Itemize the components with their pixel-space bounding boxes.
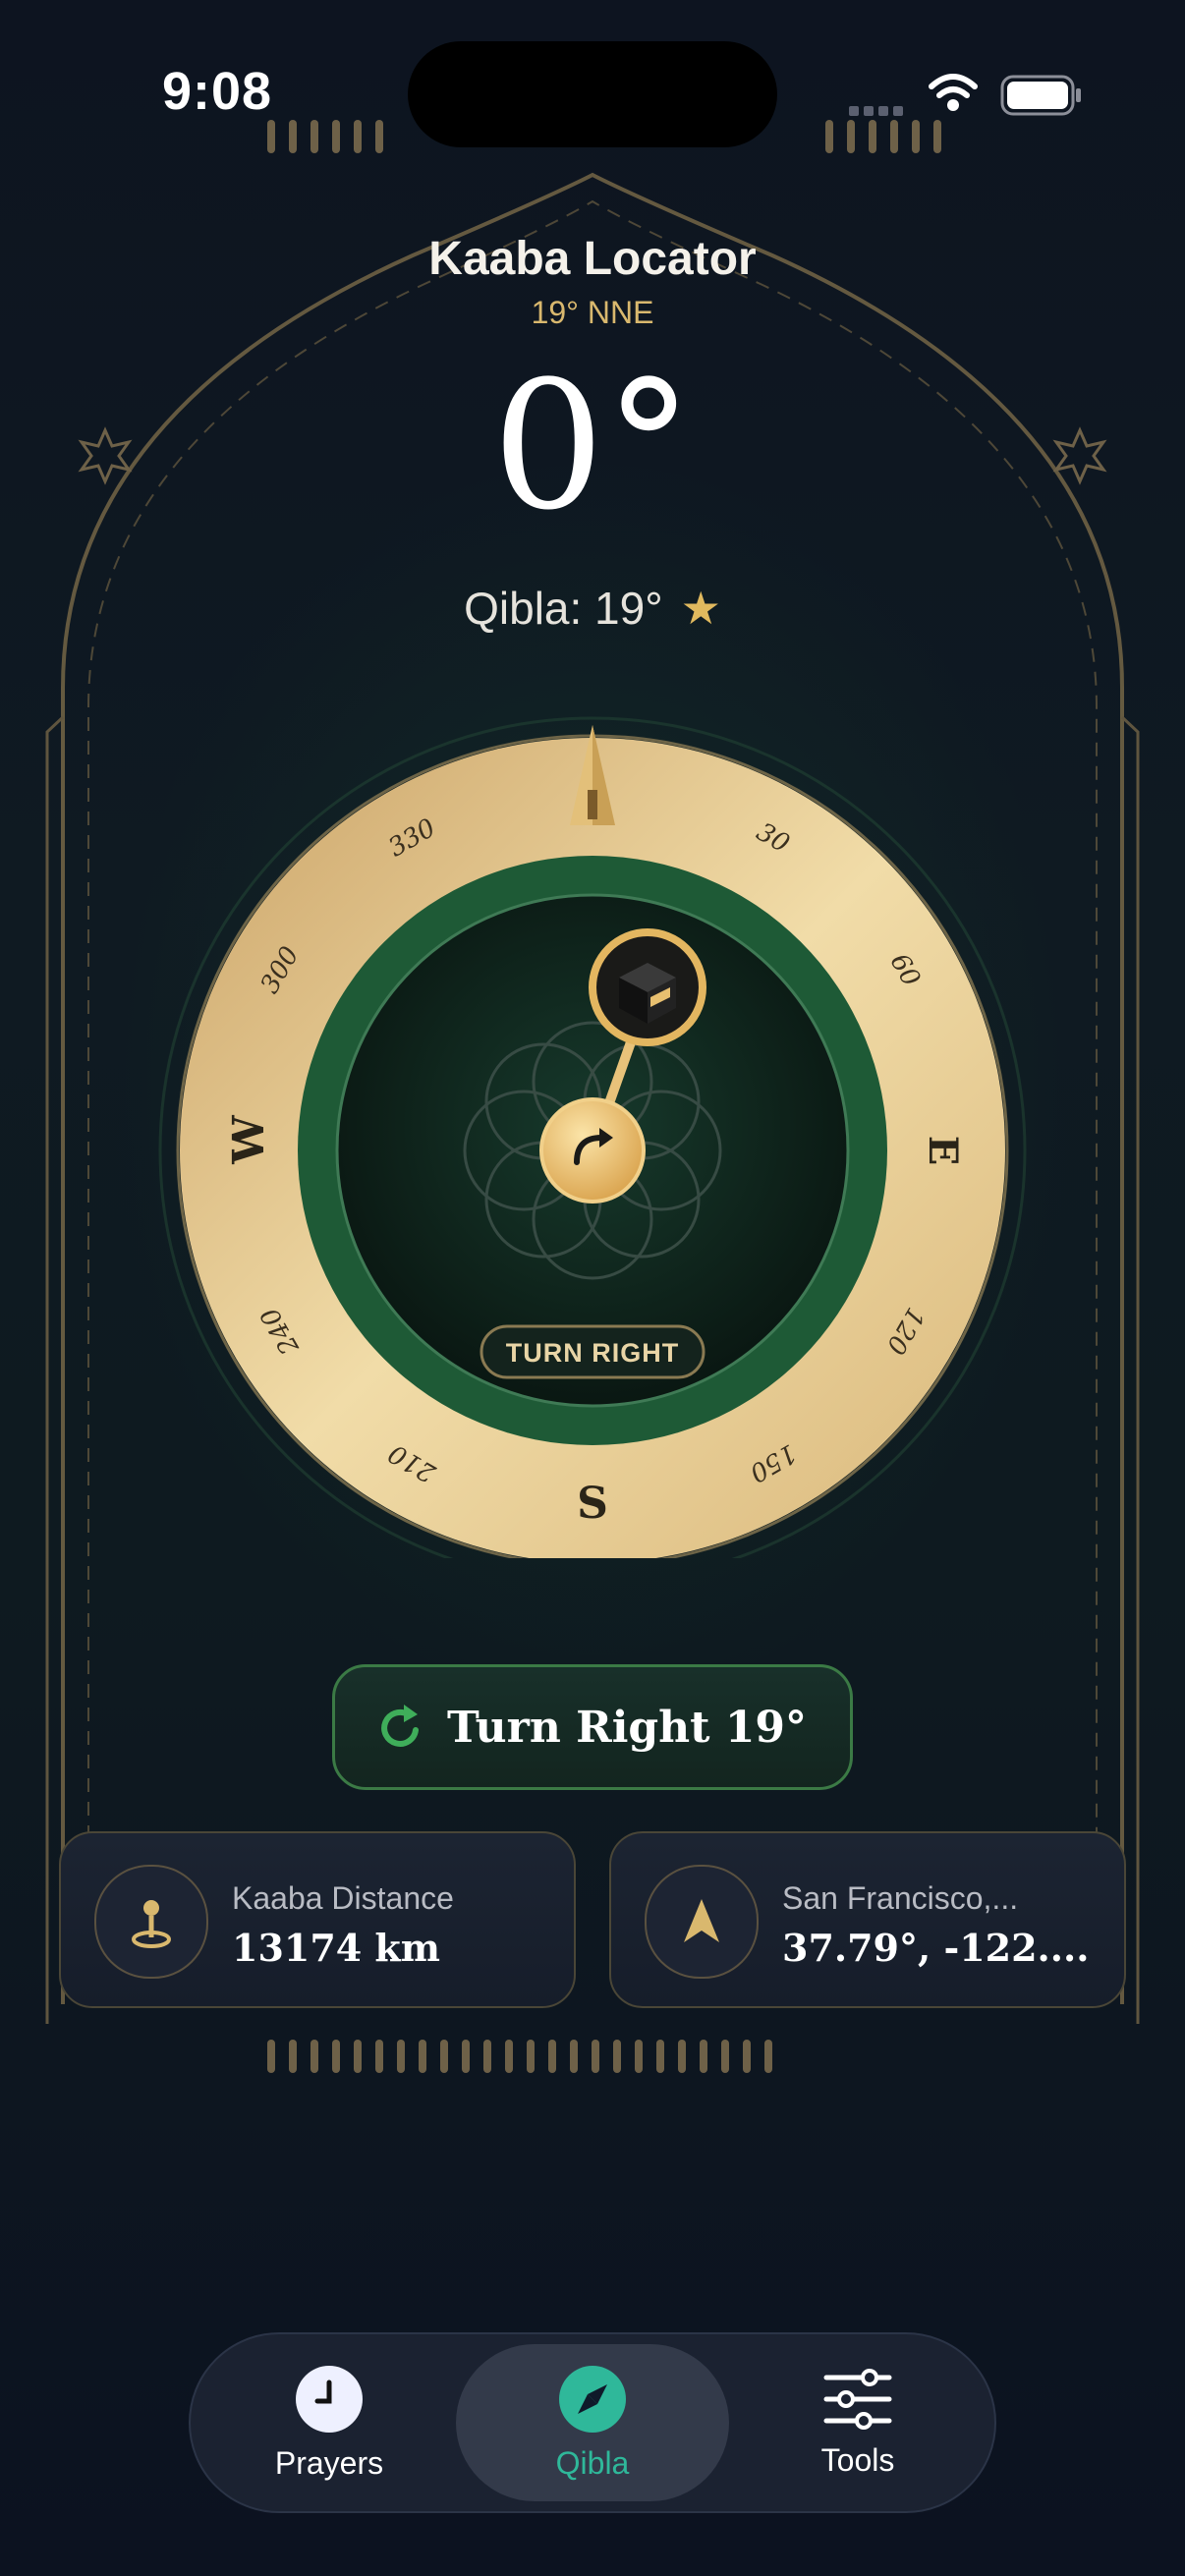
tab-prayers[interactable]: Prayers xyxy=(193,2344,466,2501)
qibla-direction-subtitle: 19° NNE xyxy=(531,295,654,330)
tab-qibla[interactable]: Qibla xyxy=(456,2344,729,2501)
map-pin-icon xyxy=(94,1865,208,1979)
page-title: Kaaba Locator xyxy=(428,233,757,285)
turn-right-arrow-icon xyxy=(539,1097,646,1204)
dynamic-island xyxy=(408,41,777,147)
turn-right-button-label: Turn Right 19° xyxy=(446,1702,808,1753)
turn-right-pill-label: TURN RIGHT xyxy=(506,1338,679,1368)
sliders-icon xyxy=(823,2368,892,2430)
bottom-tick-ornament xyxy=(267,2040,772,2073)
tab-tools[interactable]: Tools xyxy=(721,2344,994,2501)
tab-bar: Prayers Qibla Tools xyxy=(189,2332,996,2513)
tab-qibla-label: Qibla xyxy=(555,2444,630,2481)
kaaba-icon xyxy=(589,928,706,1046)
star-icon: ★ xyxy=(680,583,721,634)
clock-icon xyxy=(296,2365,363,2433)
refresh-icon xyxy=(381,1705,419,1747)
navigation-arrow-icon xyxy=(645,1865,759,1979)
tab-tools-label: Tools xyxy=(820,2441,895,2478)
kaaba-distance-card: Kaaba Distance 13174 km xyxy=(59,1831,576,2008)
compass-icon xyxy=(559,2365,626,2433)
compass-dial[interactable]: W E S 3060120150210240300330 TURN RIGHT xyxy=(157,688,1028,1558)
tab-prayers-label: Prayers xyxy=(274,2444,384,2481)
battery-icon xyxy=(1000,75,1081,116)
wifi-icon xyxy=(929,74,978,111)
cardinal-south: S xyxy=(577,1479,608,1529)
cardinal-west: W xyxy=(224,1115,274,1165)
status-time: 9:08 xyxy=(162,62,273,121)
distance-label: Kaaba Distance xyxy=(232,1880,454,1916)
cellular-signal-icon xyxy=(849,106,903,116)
distance-value: 13174 km xyxy=(232,1926,440,1970)
cardinal-east: E xyxy=(920,1136,966,1166)
location-card[interactable]: San Francisco,... 37.79°, -122.... xyxy=(609,1831,1126,2008)
location-coordinates: 37.79°, -122.... xyxy=(782,1926,1090,1970)
location-name: San Francisco,... xyxy=(782,1880,1019,1916)
turn-right-button[interactable]: Turn Right 19° xyxy=(332,1664,853,1790)
qibla-bearing-text: Qibla: 19° xyxy=(464,583,663,634)
qibla-bearing: Qibla: 19° ★ xyxy=(0,582,1185,635)
current-heading: 0° xyxy=(491,344,694,549)
